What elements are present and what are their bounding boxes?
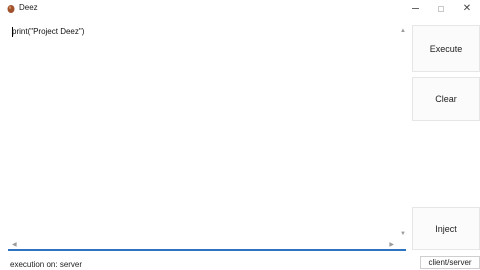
client-server-toggle[interactable]: client/server <box>420 256 480 269</box>
vertical-scrollbar[interactable]: ▲ ▼ <box>398 24 408 241</box>
close-icon: ✕ <box>462 3 472 14</box>
execution-status: execution on: server <box>10 260 83 269</box>
title-bar: Deez ✕ <box>0 0 480 17</box>
maximize-button[interactable] <box>428 0 454 17</box>
execute-button[interactable]: Execute <box>412 25 480 72</box>
maximize-icon <box>438 5 444 12</box>
minimize-button[interactable] <box>402 0 428 17</box>
scroll-left-icon[interactable]: ◀ <box>12 242 17 248</box>
horizontal-scrollbar[interactable]: ◀ ▶ <box>8 241 398 249</box>
app-icon <box>7 4 15 13</box>
editor-focus-underline <box>8 249 406 251</box>
close-button[interactable]: ✕ <box>454 0 480 17</box>
app-window: Deez ✕ print("Project Deez") ▲ ▼ ◀ ▶ Exe… <box>0 0 480 270</box>
script-editor[interactable]: print("Project Deez") ▲ ▼ ◀ ▶ <box>8 24 408 249</box>
editor-content[interactable]: print("Project Deez") <box>12 27 84 36</box>
clear-button[interactable]: Clear <box>412 77 480 121</box>
window-controls: ✕ <box>402 0 480 17</box>
scroll-right-icon[interactable]: ▶ <box>389 242 394 248</box>
text-caret <box>12 27 13 37</box>
inject-button[interactable]: Inject <box>412 207 480 250</box>
window-title: Deez <box>19 3 38 12</box>
minimize-icon <box>411 8 419 9</box>
scroll-up-icon[interactable]: ▲ <box>400 28 406 34</box>
scroll-down-icon[interactable]: ▼ <box>400 231 406 237</box>
